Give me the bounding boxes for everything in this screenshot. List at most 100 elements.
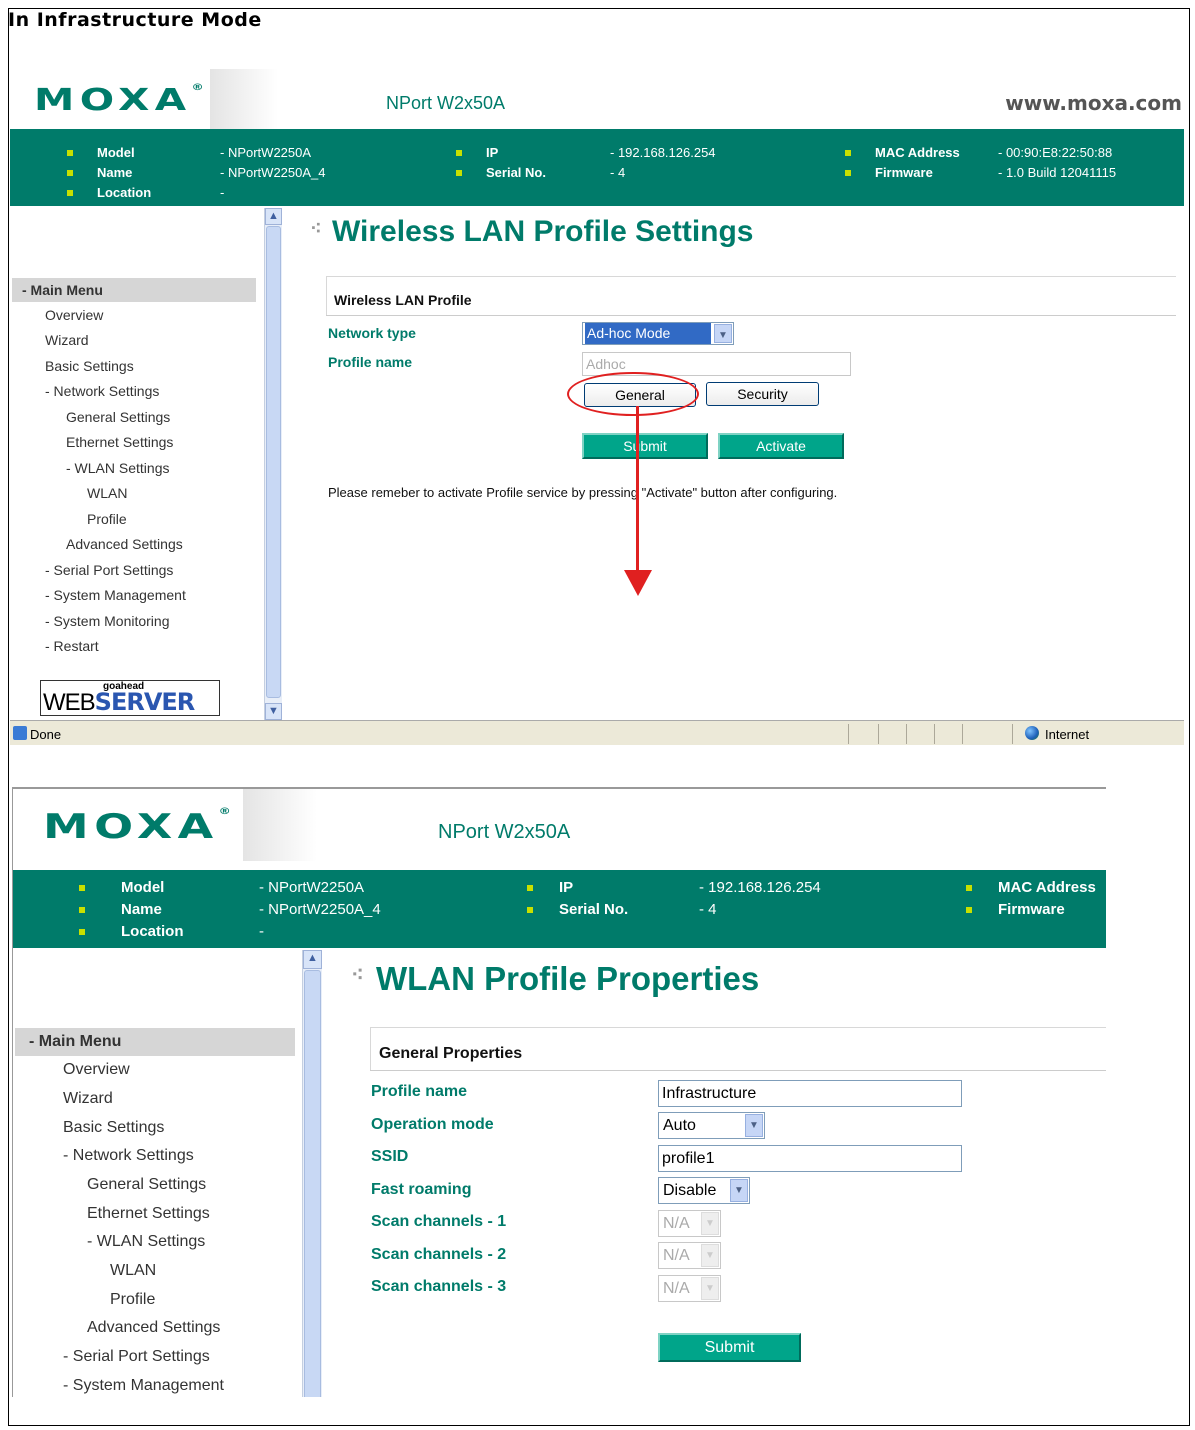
chevron-down-icon[interactable]: ▼	[701, 1277, 719, 1300]
goahead-webserver-logo: goahead WEBSERVER	[40, 680, 220, 716]
menu-network-settings[interactable]: - Network Settings	[63, 1147, 194, 1165]
scroll-up-icon[interactable]: ▲	[303, 950, 322, 969]
section-title: General Properties	[379, 1045, 523, 1062]
sidebar-scrollbar[interactable]: ▲	[302, 950, 322, 1397]
profile-name-label: Profile name	[371, 1083, 468, 1100]
network-type-select[interactable]: Ad-hoc Mode ▼	[582, 322, 734, 345]
menu-general-settings[interactable]: General Settings	[66, 409, 170, 425]
sidebar-scrollbar[interactable]: ▲ ▼	[264, 208, 282, 720]
header: MOXA® NPort W2x50A	[13, 789, 1106, 871]
menu-ethernet-settings[interactable]: Ethernet Settings	[87, 1205, 210, 1223]
activate-button[interactable]: Activate	[718, 433, 844, 459]
menu-basic-settings[interactable]: Basic Settings	[45, 358, 134, 374]
ip-label: IP	[486, 145, 499, 160]
operation-mode-select[interactable]: Auto ▼	[658, 1112, 765, 1139]
security-button[interactable]: Security	[706, 382, 819, 406]
scroll-thumb[interactable]	[266, 226, 281, 698]
location-label: Location	[97, 185, 152, 200]
model-label: Model	[97, 145, 135, 160]
menu-system-management[interactable]: - System Management	[45, 587, 186, 603]
zone-text: Internet	[1045, 727, 1090, 742]
menu-advanced-settings[interactable]: Advanced Settings	[87, 1319, 220, 1337]
ie-page-icon	[13, 726, 27, 740]
screenshot-infrastructure-profile: MOXA® NPort W2x50A Model - NPortW2250A N…	[12, 787, 1106, 1397]
menu-serial-port-settings[interactable]: - Serial Port Settings	[63, 1348, 210, 1366]
menu-wlan[interactable]: WLAN	[87, 485, 127, 501]
submit-button[interactable]: Submit	[658, 1333, 801, 1362]
main-menu-header[interactable]: - Main Menu	[15, 1028, 295, 1056]
menu-wizard[interactable]: Wizard	[45, 332, 89, 348]
menu-wizard[interactable]: Wizard	[63, 1090, 113, 1108]
menu-profile[interactable]: Profile	[87, 511, 127, 527]
menu-restart[interactable]: - Restart	[45, 638, 99, 654]
scroll-up-icon[interactable]: ▲	[265, 208, 282, 225]
operation-mode-label: Operation mode	[371, 1116, 494, 1133]
fast-roaming-select[interactable]: Disable ▼	[658, 1177, 750, 1204]
website-link[interactable]: www.moxa.com	[1005, 91, 1182, 115]
location-label: Location	[121, 923, 184, 940]
scan-channels-3-label: Scan channels - 3	[371, 1278, 507, 1295]
menu-ethernet-settings[interactable]: Ethernet Settings	[66, 434, 173, 450]
chevron-down-icon[interactable]: ▼	[701, 1212, 719, 1235]
menu-system-management[interactable]: - System Management	[63, 1377, 224, 1395]
mac-label: MAC Address	[998, 879, 1096, 896]
menu-advanced-settings[interactable]: Advanced Settings	[66, 536, 183, 552]
highlight-ring	[567, 372, 699, 416]
model-label: Model	[121, 879, 165, 896]
globe-icon	[1025, 726, 1039, 740]
serial-value: - 4	[699, 901, 717, 918]
menu-system-monitoring[interactable]: - System Monitoring	[45, 613, 169, 629]
menu-wlan[interactable]: WLAN	[110, 1262, 156, 1280]
profile-name-field[interactable]: Infrastructure	[658, 1080, 962, 1107]
name-label: Name	[121, 901, 162, 918]
page-title: WLAN Profile Properties	[376, 960, 760, 997]
name-label: Name	[97, 165, 133, 180]
network-type-label: Network type	[328, 325, 416, 341]
moxa-logo: MOXA®	[43, 807, 231, 847]
profile-name-label: Profile name	[328, 354, 413, 370]
scroll-down-icon[interactable]: ▼	[265, 703, 282, 720]
device-info-bar: Model - NPortW2250A Name - NPortW2250A_4…	[13, 870, 1106, 948]
serial-label: Serial No.	[486, 165, 546, 180]
ip-label: IP	[559, 879, 574, 896]
menu-serial-port-settings[interactable]: - Serial Port Settings	[45, 562, 173, 578]
menu-wlan-settings[interactable]: - WLAN Settings	[87, 1233, 205, 1251]
name-value: - NPortW2250A_4	[220, 165, 326, 180]
menu-network-settings[interactable]: - Network Settings	[45, 383, 159, 399]
main-menu-header[interactable]: - Main Menu	[12, 278, 256, 302]
firmware-label: Firmware	[875, 165, 933, 180]
scan-channels-1-label: Scan channels - 1	[371, 1213, 507, 1230]
menu-overview[interactable]: Overview	[45, 307, 103, 323]
submit-button[interactable]: Submit	[582, 433, 708, 459]
moxa-logo: MOXA®	[34, 83, 204, 118]
menu-general-settings[interactable]: General Settings	[87, 1176, 206, 1194]
firmware-label: Firmware	[998, 901, 1065, 918]
menu-profile[interactable]: Profile	[110, 1291, 155, 1309]
chevron-down-icon[interactable]: ▼	[714, 324, 732, 343]
scan-channels-2-select[interactable]: N/A ▼	[658, 1242, 721, 1269]
product-name: NPort W2x50A	[386, 93, 506, 113]
ssid-label: SSID	[371, 1148, 409, 1165]
mac-label: MAC Address	[875, 145, 960, 160]
menu-wlan-settings[interactable]: - WLAN Settings	[66, 460, 169, 476]
scan-channels-2-label: Scan channels - 2	[371, 1246, 507, 1263]
sidebar-menu: - Main Menu Overview Wizard Basic Settin…	[10, 206, 260, 720]
title-dots-icon: ⁖	[351, 962, 364, 987]
sidebar-menu: - Main Menu Overview Wizard Basic Settin…	[13, 948, 297, 1397]
menu-basic-settings[interactable]: Basic Settings	[63, 1119, 164, 1137]
menu-overview[interactable]: Overview	[63, 1061, 130, 1079]
ssid-field[interactable]: profile1	[658, 1145, 962, 1172]
annotation-arrow	[636, 406, 639, 571]
chevron-down-icon[interactable]: ▼	[730, 1179, 748, 1202]
arrow-head-icon	[624, 570, 652, 596]
serial-value: - 4	[610, 165, 626, 180]
scan-channels-1-select[interactable]: N/A ▼	[658, 1210, 721, 1237]
chevron-down-icon[interactable]: ▼	[701, 1244, 719, 1267]
mac-value: - 00:90:E8:22:50:88	[998, 145, 1113, 160]
scroll-thumb[interactable]	[304, 970, 321, 1397]
chevron-down-icon[interactable]: ▼	[745, 1114, 763, 1137]
screenshot-adhoc-profile: MOXA® NPort W2x50A www.moxa.com Model - …	[10, 69, 1184, 745]
product-name: NPort W2x50A	[438, 821, 571, 843]
model-value: - NPortW2250A	[259, 879, 365, 896]
scan-channels-3-select[interactable]: N/A ▼	[658, 1275, 721, 1302]
